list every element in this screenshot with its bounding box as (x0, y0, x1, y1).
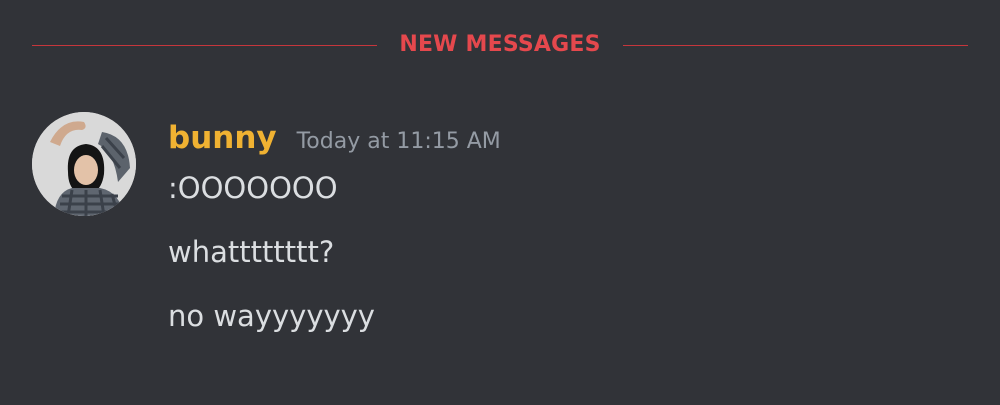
user-avatar[interactable] (32, 112, 136, 216)
message-text: :OOOOOOO (168, 171, 338, 205)
divider-line-right (622, 44, 969, 46)
new-messages-divider: NEW MESSAGES (32, 30, 969, 60)
message-timestamp: Today at 11:15 AM (296, 129, 501, 154)
message-list: :OOOOOOO whatttttttt? no wayyyyyyy (168, 168, 375, 360)
message-text: no wayyyyyyy (168, 299, 375, 333)
message-text: whatttttttt? (168, 235, 335, 269)
avatar-photo-icon (32, 112, 136, 216)
message-header: bunny Today at 11:15 AM (168, 118, 501, 162)
divider-line-left (32, 44, 378, 46)
username[interactable]: bunny (168, 118, 277, 158)
new-messages-label: NEW MESSAGES (399, 32, 601, 57)
